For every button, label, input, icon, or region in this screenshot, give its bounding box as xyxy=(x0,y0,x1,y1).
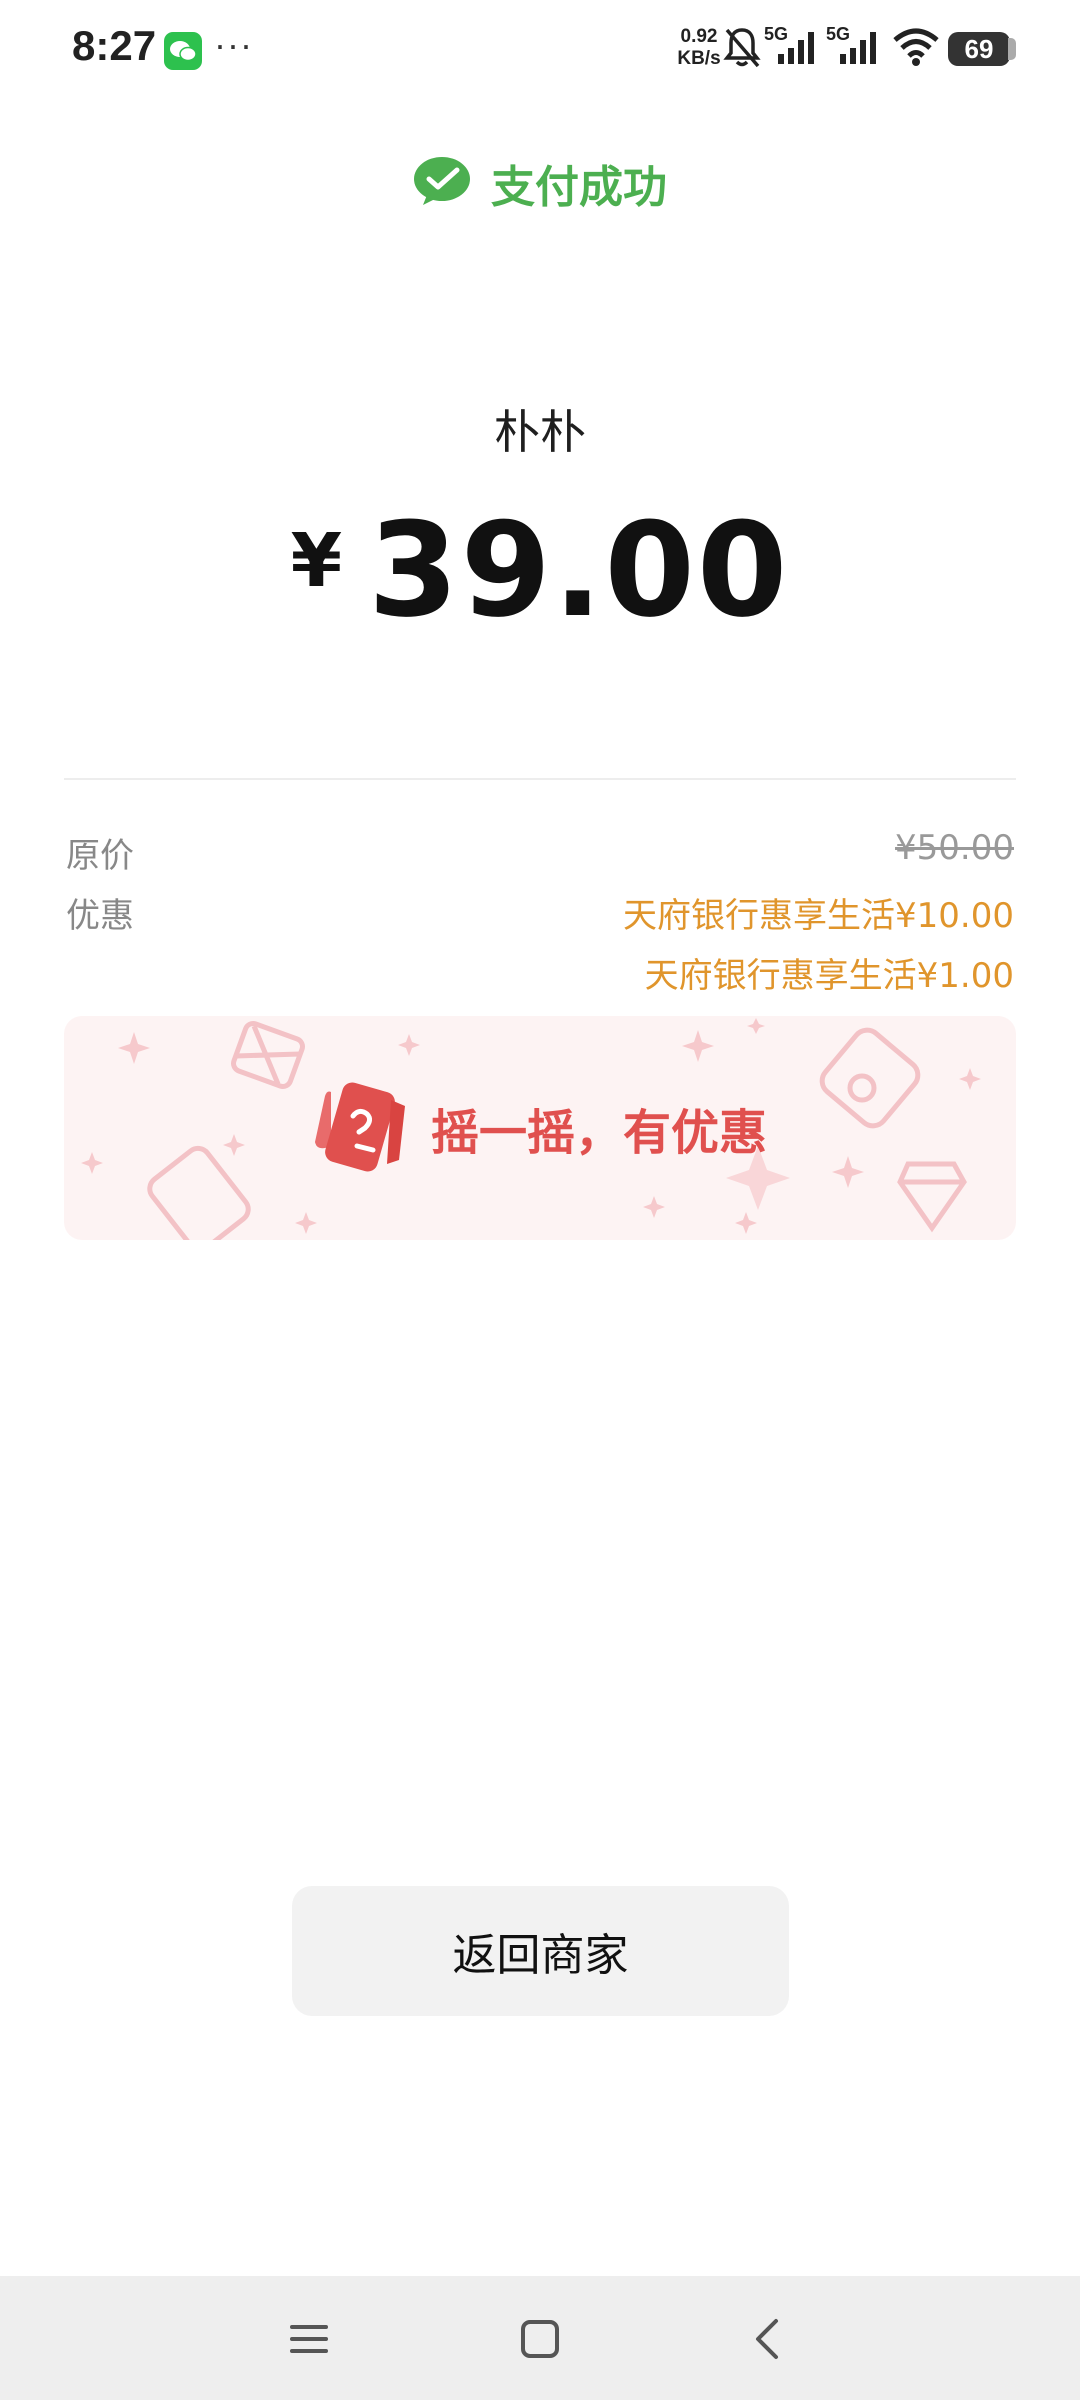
back-icon[interactable] xyxy=(742,2312,796,2366)
status-bar: 8:27 ··· 0.92 KB/s 5G 5G 69 xyxy=(0,0,1080,100)
payment-amount: ¥ 39.00 xyxy=(0,500,1080,640)
network-label-1: 5G xyxy=(764,24,788,44)
currency-symbol: ¥ xyxy=(290,518,343,604)
back-to-merchant-button[interactable]: 返回商家 xyxy=(292,1886,789,2016)
home-icon[interactable] xyxy=(513,2312,567,2366)
wechat-pay-check-icon xyxy=(413,155,471,211)
shake-promo-banner[interactable]: 摇一摇，有优惠 xyxy=(64,1016,1016,1240)
signal-icon: 5G xyxy=(764,24,826,74)
battery-tip xyxy=(1008,38,1016,60)
battery-icon: 69 xyxy=(948,32,1010,66)
net-speed-value: 0.92 xyxy=(680,26,718,47)
divider xyxy=(64,778,1016,780)
shake-promo-text: 摇一摇，有优惠 xyxy=(430,1105,767,1161)
wifi-icon xyxy=(892,24,940,74)
network-label-2: 5G xyxy=(826,24,850,44)
bell-muted-icon xyxy=(722,24,762,76)
shake-content: 摇一摇，有优惠 xyxy=(64,1016,1016,1240)
signal-icon: 5G xyxy=(826,24,888,74)
wechat-icon xyxy=(164,32,202,70)
discount-item: 天府银行惠享生活¥1.00 xyxy=(644,956,1014,996)
page-title: 支付成功 xyxy=(491,162,667,213)
discount-item: 天府银行惠享生活¥10.00 xyxy=(623,896,1014,936)
more-notifications: ··· xyxy=(214,24,253,65)
payment-success-header: 支付成功 xyxy=(0,148,1080,218)
original-price-label: 原价 xyxy=(66,836,134,876)
merchant-name: 朴朴 xyxy=(494,405,586,459)
shake-phone-icon xyxy=(313,1080,409,1176)
status-time: 8:27 xyxy=(72,22,157,69)
discount-label: 优惠 xyxy=(66,896,134,936)
net-speed-unit: KB/s xyxy=(677,48,721,69)
system-nav-bar xyxy=(0,2276,1080,2400)
net-speed: 0.92 KB/s xyxy=(668,26,730,70)
menu-icon[interactable] xyxy=(282,2312,336,2366)
original-price-value: ¥50.00 xyxy=(895,828,1014,868)
amount-value: 39.00 xyxy=(368,494,790,646)
